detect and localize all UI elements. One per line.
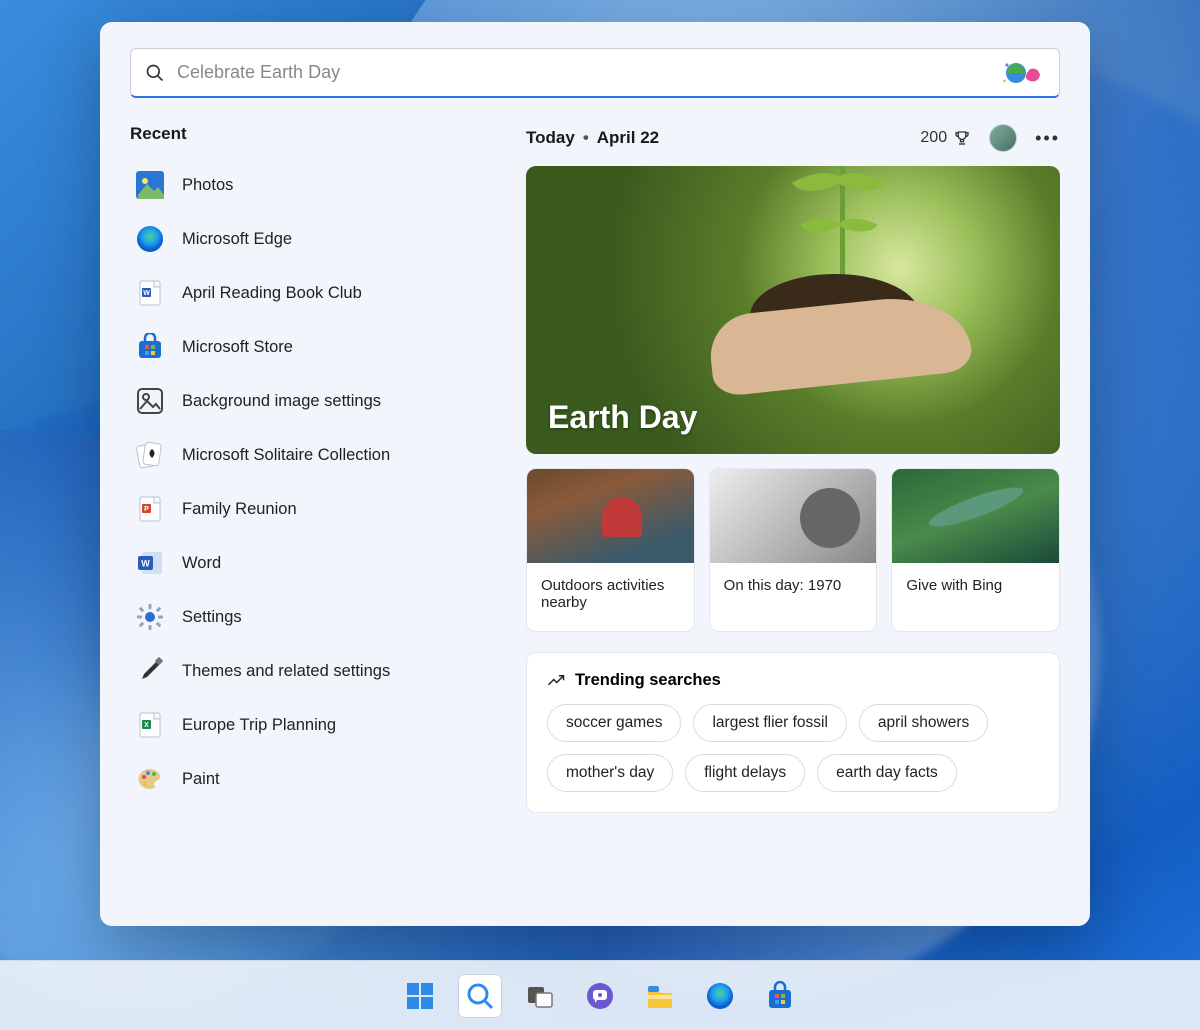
trending-header: Trending searches [575, 671, 721, 690]
trending-chip[interactable]: april showers [859, 704, 988, 742]
recent-item[interactable]: W Word [130, 536, 490, 590]
photos-icon [136, 171, 164, 199]
recent-item-label: Europe Trip Planning [182, 716, 336, 735]
today-section: Today•April 22 200 ••• [526, 124, 1060, 906]
more-button[interactable]: ••• [1035, 128, 1060, 149]
today-title: Today•April 22 [526, 128, 659, 148]
word-icon: W [136, 549, 164, 577]
search-input[interactable] [177, 62, 1001, 83]
recent-item-label: Themes and related settings [182, 662, 390, 681]
recent-item[interactable]: Photos [130, 158, 490, 212]
recent-item[interactable]: Microsoft Solitaire Collection [130, 428, 490, 482]
search-icon [145, 63, 165, 83]
highlight-card[interactable]: Outdoors activities nearby [526, 468, 695, 632]
hero-card-earth-day[interactable]: Earth Day [526, 166, 1060, 454]
recent-item[interactable]: Themes and related settings [130, 644, 490, 698]
taskbar-start-button[interactable] [398, 974, 442, 1018]
recent-item-label: Microsoft Edge [182, 230, 292, 249]
taskbar-store-button[interactable] [758, 974, 802, 1018]
card-caption: On this day: 1970 [710, 563, 877, 614]
recent-item-label: Microsoft Solitaire Collection [182, 446, 390, 465]
trending-chip[interactable]: flight delays [685, 754, 805, 792]
settings-icon [136, 603, 164, 631]
taskbar-file-explorer-button[interactable] [638, 974, 682, 1018]
recent-item[interactable]: Paint [130, 752, 490, 806]
highlight-card[interactable]: Give with Bing [891, 468, 1060, 632]
trending-section: Trending searches soccer games largest fl… [526, 652, 1060, 813]
recent-item[interactable]: W April Reading Book Club [130, 266, 490, 320]
trending-chip[interactable]: soccer games [547, 704, 681, 742]
recent-item[interactable]: X Europe Trip Planning [130, 698, 490, 752]
store-icon [136, 333, 164, 361]
recent-item[interactable]: Background image settings [130, 374, 490, 428]
hero-title: Earth Day [548, 399, 697, 436]
powerpoint-icon: P [136, 495, 164, 523]
svg-text:W: W [143, 290, 150, 297]
recent-item[interactable]: Settings [130, 590, 490, 644]
trending-chip[interactable]: earth day facts [817, 754, 957, 792]
trending-icon [547, 672, 565, 690]
recent-item-label: Microsoft Store [182, 338, 293, 357]
recent-item[interactable]: P Family Reunion [130, 482, 490, 536]
recent-item-label: Family Reunion [182, 500, 297, 519]
taskbar-edge-button[interactable] [698, 974, 742, 1018]
themes-icon [136, 657, 164, 685]
background-icon [136, 387, 164, 415]
highlight-card[interactable]: On this day: 1970 [709, 468, 878, 632]
search-bar[interactable] [130, 48, 1060, 98]
search-panel: Recent Photos Microsoft Edge W April Readin… [100, 22, 1090, 926]
recent-item-label: Word [182, 554, 221, 573]
taskbar [0, 960, 1200, 1030]
recent-item-label: Settings [182, 608, 242, 627]
trending-chip[interactable]: largest flier fossil [693, 704, 846, 742]
recent-item-label: Photos [182, 176, 233, 195]
recent-item-label: Paint [182, 770, 220, 789]
svg-text:X: X [144, 722, 149, 729]
excel-icon: X [136, 711, 164, 739]
rewards-points[interactable]: 200 [920, 129, 971, 147]
recent-item-label: April Reading Book Club [182, 284, 362, 303]
card-thumbnail [710, 469, 877, 563]
recent-item[interactable]: Microsoft Store [130, 320, 490, 374]
card-thumbnail [527, 469, 694, 563]
recent-header: Recent [130, 124, 490, 144]
solitaire-icon [136, 441, 164, 469]
svg-text:W: W [141, 559, 150, 569]
word-doc-icon: W [136, 279, 164, 307]
paint-icon [136, 765, 164, 793]
search-theme-icon [1001, 59, 1045, 87]
user-avatar[interactable] [989, 124, 1017, 152]
trending-chip[interactable]: mother's day [547, 754, 673, 792]
trophy-icon [953, 129, 971, 147]
card-caption: Give with Bing [892, 563, 1059, 614]
recent-item-label: Background image settings [182, 392, 381, 411]
taskbar-chat-button[interactable] [578, 974, 622, 1018]
recent-item[interactable]: Microsoft Edge [130, 212, 490, 266]
recent-section: Recent Photos Microsoft Edge W April Readin… [130, 124, 490, 906]
svg-text:P: P [144, 506, 149, 513]
card-caption: Outdoors activities nearby [527, 563, 694, 631]
edge-icon [136, 225, 164, 253]
taskbar-search-button[interactable] [458, 974, 502, 1018]
card-thumbnail [892, 469, 1059, 563]
taskbar-task-view-button[interactable] [518, 974, 562, 1018]
